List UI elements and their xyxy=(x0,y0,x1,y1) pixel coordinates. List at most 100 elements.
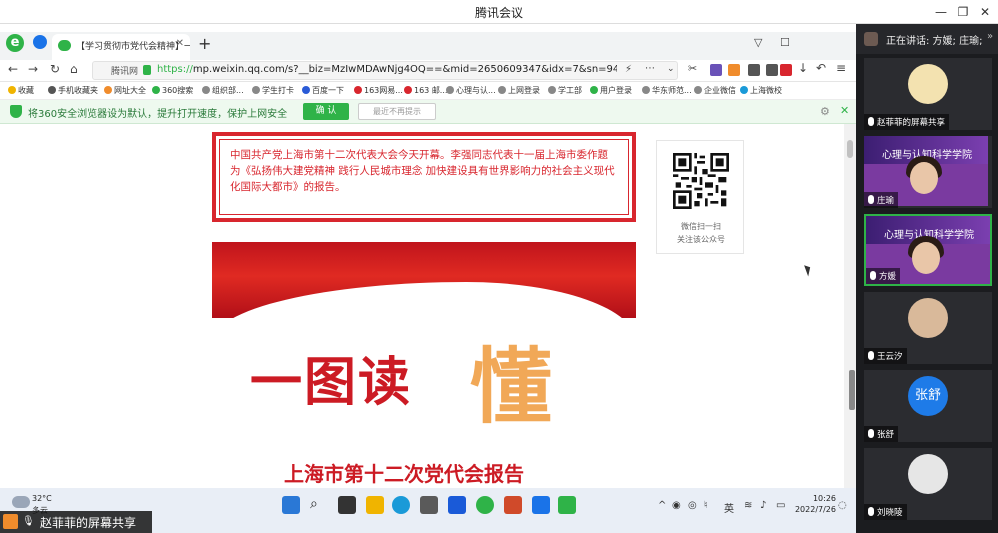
participant-tile[interactable]: 张舒 张舒 xyxy=(864,370,992,442)
article-page: 中国共产党上海市第十二次代表大会今天开幕。李强同志代表十一届上海市委作题为《弘扬… xyxy=(0,124,856,488)
participant-tile[interactable]: 心理与认知科学学院 庄瑜 xyxy=(864,136,992,208)
confirm-button[interactable]: 确 认 xyxy=(303,103,349,120)
notification-icon[interactable]: ◌ xyxy=(838,500,847,511)
store-icon[interactable] xyxy=(420,496,438,514)
participant-tile[interactable]: 赵菲菲的屏幕共享 xyxy=(864,58,992,130)
wechat-taskbar-icon[interactable] xyxy=(558,496,576,514)
tray-chevron-icon[interactable]: ^ xyxy=(658,500,666,511)
participant-name: 赵菲菲的屏幕共享 xyxy=(864,114,950,130)
restore-button[interactable]: ❐ xyxy=(952,2,974,22)
address-bar[interactable]: 腾讯网 https://mp.weixin.qq.com/s?__biz=MzI… xyxy=(92,61,678,80)
participant-name: 王云汐 xyxy=(864,348,907,364)
mic-icon xyxy=(870,271,876,280)
task-view-icon[interactable] xyxy=(338,496,356,514)
participant-name: 方媛 xyxy=(866,268,901,284)
bookmark-item[interactable]: 百度一下 xyxy=(302,85,344,96)
undo-icon[interactable]: ↶ xyxy=(816,61,828,75)
url-dropdown-icon[interactable]: ⌄ xyxy=(667,64,675,74)
360-browser-taskbar-icon[interactable] xyxy=(476,496,494,514)
battery-icon[interactable]: ▭ xyxy=(776,500,785,511)
tab-list-icon[interactable]: ☐ xyxy=(780,36,790,49)
lock-icon xyxy=(143,65,151,75)
panel-resize-handle[interactable] xyxy=(849,370,855,410)
bookmark-item[interactable]: 网址大全 xyxy=(104,85,146,96)
search-icon[interactable]: ⌕ xyxy=(310,496,328,514)
mic-icon xyxy=(868,117,874,126)
microphone-icon[interactable]: ♮ xyxy=(704,500,708,511)
window-icon[interactable] xyxy=(766,64,778,76)
default-browser-notice: 将360安全浏览器设为默认，提升打开速度，保护上网安全 确 认 最近不再提示 ⚙… xyxy=(0,100,856,124)
notice-text: 将360安全浏览器设为默认，提升打开速度，保护上网安全 xyxy=(28,109,288,120)
bookmark-item[interactable]: 手机收藏夹 xyxy=(48,85,98,96)
participant-tile[interactable]: 心理与认知科学学院 方媛 xyxy=(864,214,992,286)
bookmark-item[interactable]: 360搜索 xyxy=(152,85,193,96)
clock-date[interactable]: 2022/7/26 xyxy=(790,505,836,514)
download-icon[interactable]: ↓ xyxy=(798,61,810,75)
lightning-icon[interactable]: ⚡ xyxy=(625,64,632,75)
browser-tab[interactable]: 【学习贯彻市党代会精神】一... ✕ xyxy=(52,34,190,60)
extension-icon[interactable] xyxy=(710,64,722,76)
collapse-sidebar-icon[interactable]: » xyxy=(987,31,993,42)
minimize-button[interactable]: — xyxy=(930,2,952,22)
powerpoint-icon[interactable] xyxy=(504,496,522,514)
app-icon[interactable] xyxy=(448,496,466,514)
bookmark-item[interactable]: 华东师范... xyxy=(642,85,692,96)
url-more-icon[interactable]: ⋯ xyxy=(645,63,655,74)
refresh-button[interactable]: ↻ xyxy=(50,62,60,76)
bookmark-item[interactable]: 学工部 xyxy=(548,85,582,96)
scissors-icon[interactable]: ✂ xyxy=(688,62,700,75)
avatar xyxy=(908,298,948,338)
bookmark-item[interactable]: 学生打卡 xyxy=(252,85,294,96)
home-button[interactable]: ⌂ xyxy=(70,62,78,76)
netease-icon xyxy=(404,86,412,94)
participant-tile[interactable]: 王云汐 xyxy=(864,292,992,364)
tray-camera-icon[interactable]: ◎ xyxy=(688,500,697,511)
security-shield-icon[interactable] xyxy=(33,35,47,49)
notice-close-icon[interactable]: ✕ xyxy=(840,104,849,117)
red-extension-icon[interactable] xyxy=(780,64,792,76)
game-icon[interactable] xyxy=(728,64,740,76)
close-button[interactable]: ✕ xyxy=(974,2,996,22)
wifi-icon[interactable]: ≋ xyxy=(744,500,752,511)
360-shield-icon xyxy=(10,105,22,118)
bookmark-item[interactable]: 上网登录 xyxy=(498,85,540,96)
bookmark-item[interactable]: 组织部... xyxy=(202,85,244,96)
mic-icon xyxy=(868,429,874,438)
screen-share-label: 🎙 赵菲菲的屏幕共享 xyxy=(0,511,152,533)
dont-remind-button[interactable]: 最近不再提示 xyxy=(358,103,436,120)
bookmark-item[interactable]: 收藏 xyxy=(8,85,34,96)
bookmark-item[interactable]: 企业微信 xyxy=(694,85,736,96)
bookmark-item[interactable]: 163网易... xyxy=(354,85,403,96)
participants-sidebar: 正在讲话: 方媛; 庄瑜; » 赵菲菲的屏幕共享 心理与认知科学学院 庄瑜 心理… xyxy=(856,24,998,533)
cloud-icon[interactable] xyxy=(12,496,30,508)
forward-button[interactable]: → xyxy=(28,62,38,76)
tray-app-icon[interactable]: ◉ xyxy=(672,500,681,511)
screen-share-owner: 赵菲菲的屏幕共享 xyxy=(40,516,137,530)
tencent-meeting-window: 腾讯会议 — ❐ ✕ e 【学习贯彻市党代会精神】一... ✕ + ▽ ☐ ← … xyxy=(0,0,998,533)
participant-tile[interactable]: 刘晓陵 xyxy=(864,448,992,520)
bookmarks-bar: 收藏 手机收藏夹 网址大全 360搜索 组织部... 学生打卡 百度一下 163… xyxy=(0,82,856,100)
bookmark-item[interactable]: 163 邮... xyxy=(404,85,447,96)
qr-panel: 微信扫一扫 关注该公众号 xyxy=(656,140,744,254)
volume-icon[interactable]: ♪ xyxy=(760,500,766,511)
file-explorer-icon[interactable] xyxy=(366,496,384,514)
intro-box: 中国共产党上海市第十二次代表大会今天开幕。李强同志代表十一届上海市委作题为《弘扬… xyxy=(212,132,636,222)
ime-indicator[interactable]: 英 xyxy=(724,500,734,515)
bookmark-item[interactable]: 上海微校 xyxy=(740,85,782,96)
shirt-icon[interactable]: ▽ xyxy=(754,36,762,49)
back-button[interactable]: ← xyxy=(8,62,18,76)
bookmark-item[interactable]: 用户登录 xyxy=(590,85,632,96)
edge-icon[interactable] xyxy=(392,496,410,514)
gear-icon[interactable]: ⚙ xyxy=(820,105,830,118)
start-icon[interactable] xyxy=(282,496,300,514)
tab-close-icon[interactable]: ✕ xyxy=(176,38,184,49)
page-scrollbar[interactable] xyxy=(844,124,856,488)
baidu-icon xyxy=(302,86,310,94)
bookmark-item[interactable]: 心理与认... xyxy=(446,85,496,96)
screenshot-icon[interactable] xyxy=(748,64,760,76)
scrollbar-thumb[interactable] xyxy=(847,140,853,158)
new-tab-button[interactable]: + xyxy=(198,34,211,53)
tencent-meeting-icon[interactable] xyxy=(532,496,550,514)
browser-menu-icon[interactable]: ≡ xyxy=(836,61,848,75)
clock-time[interactable]: 10:26 xyxy=(806,494,836,503)
